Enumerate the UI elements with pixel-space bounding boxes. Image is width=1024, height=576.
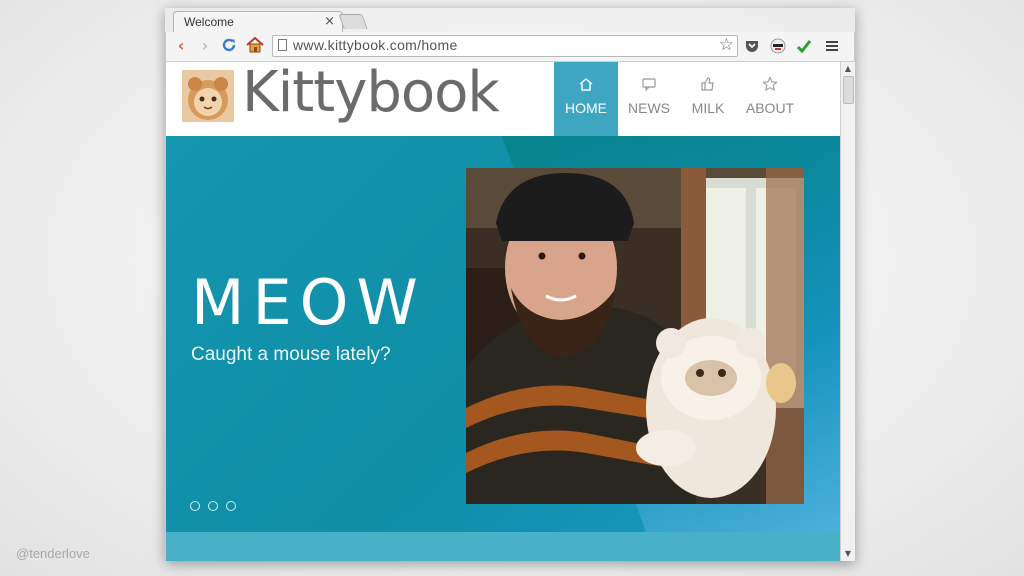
tab-close-icon[interactable]: × [324,14,335,29]
new-tab-button[interactable] [338,14,368,29]
nav-item-home[interactable]: HOME [554,62,618,136]
carousel-dot[interactable] [190,501,200,511]
check-icon[interactable] [796,38,812,54]
browser-toolbar: ‹ › www.kittybook.com/home ☆ [165,32,855,62]
footer-band [166,532,840,561]
hero-photo [466,168,804,504]
thumbs-up-icon [680,76,736,92]
page-icon [278,39,287,51]
hero-subtitle: Caught a mouse lately? [191,344,391,365]
menu-icon[interactable] [826,38,842,54]
site-brand[interactable]: Kittybook [242,62,500,125]
address-bar[interactable]: www.kittybook.com/home ☆ [272,35,738,57]
speech-bubble-icon [618,76,680,92]
home-icon [554,76,618,92]
nav-item-news[interactable]: NEWS [618,62,680,136]
nav-label: ABOUT [745,100,795,116]
cat-logo[interactable] [182,70,234,122]
scroll-up-arrow-icon[interactable]: ▲ [841,62,855,76]
site-header: Kittybook HOME NEWS MILK ABOUT [166,62,840,136]
page-viewport: Kittybook HOME NEWS MILK ABOUT MEOW Caug… [165,62,855,561]
carousel-dot[interactable] [226,501,236,511]
url-text[interactable]: www.kittybook.com/home [293,37,458,53]
tab-strip: Welcome × [165,8,855,34]
tab-title: Welcome [184,15,234,29]
hero-title: MEOW [191,266,426,339]
browser-tab[interactable]: Welcome × [173,11,343,34]
hero-banner: MEOW Caught a mouse lately? [166,136,840,532]
star-icon [736,76,804,92]
author-watermark: @tenderlove [16,546,90,561]
carousel-dots [190,496,244,515]
scroll-down-arrow-icon[interactable]: ▼ [841,547,855,561]
nav-label: MILK [691,100,725,116]
browser-window: Welcome × ‹ › www.kittybook.com/home ☆ K… [165,8,855,561]
back-arrow-icon[interactable]: ‹ [172,37,190,55]
scroll-thumb[interactable] [843,76,854,104]
incognito-icon[interactable] [770,38,786,54]
nav-label: NEWS [628,100,670,116]
reload-icon[interactable] [220,37,238,55]
pocket-icon[interactable] [744,38,760,54]
nav-item-milk[interactable]: MILK [680,62,736,136]
nav-item-about[interactable]: ABOUT [736,62,804,136]
carousel-dot[interactable] [208,501,218,511]
nav-label: HOME [565,100,607,116]
home-icon[interactable] [246,36,264,55]
bookmark-star-icon[interactable]: ☆ [719,35,734,55]
vertical-scrollbar[interactable]: ▲ ▼ [840,62,855,561]
forward-arrow-icon[interactable]: › [196,37,214,55]
